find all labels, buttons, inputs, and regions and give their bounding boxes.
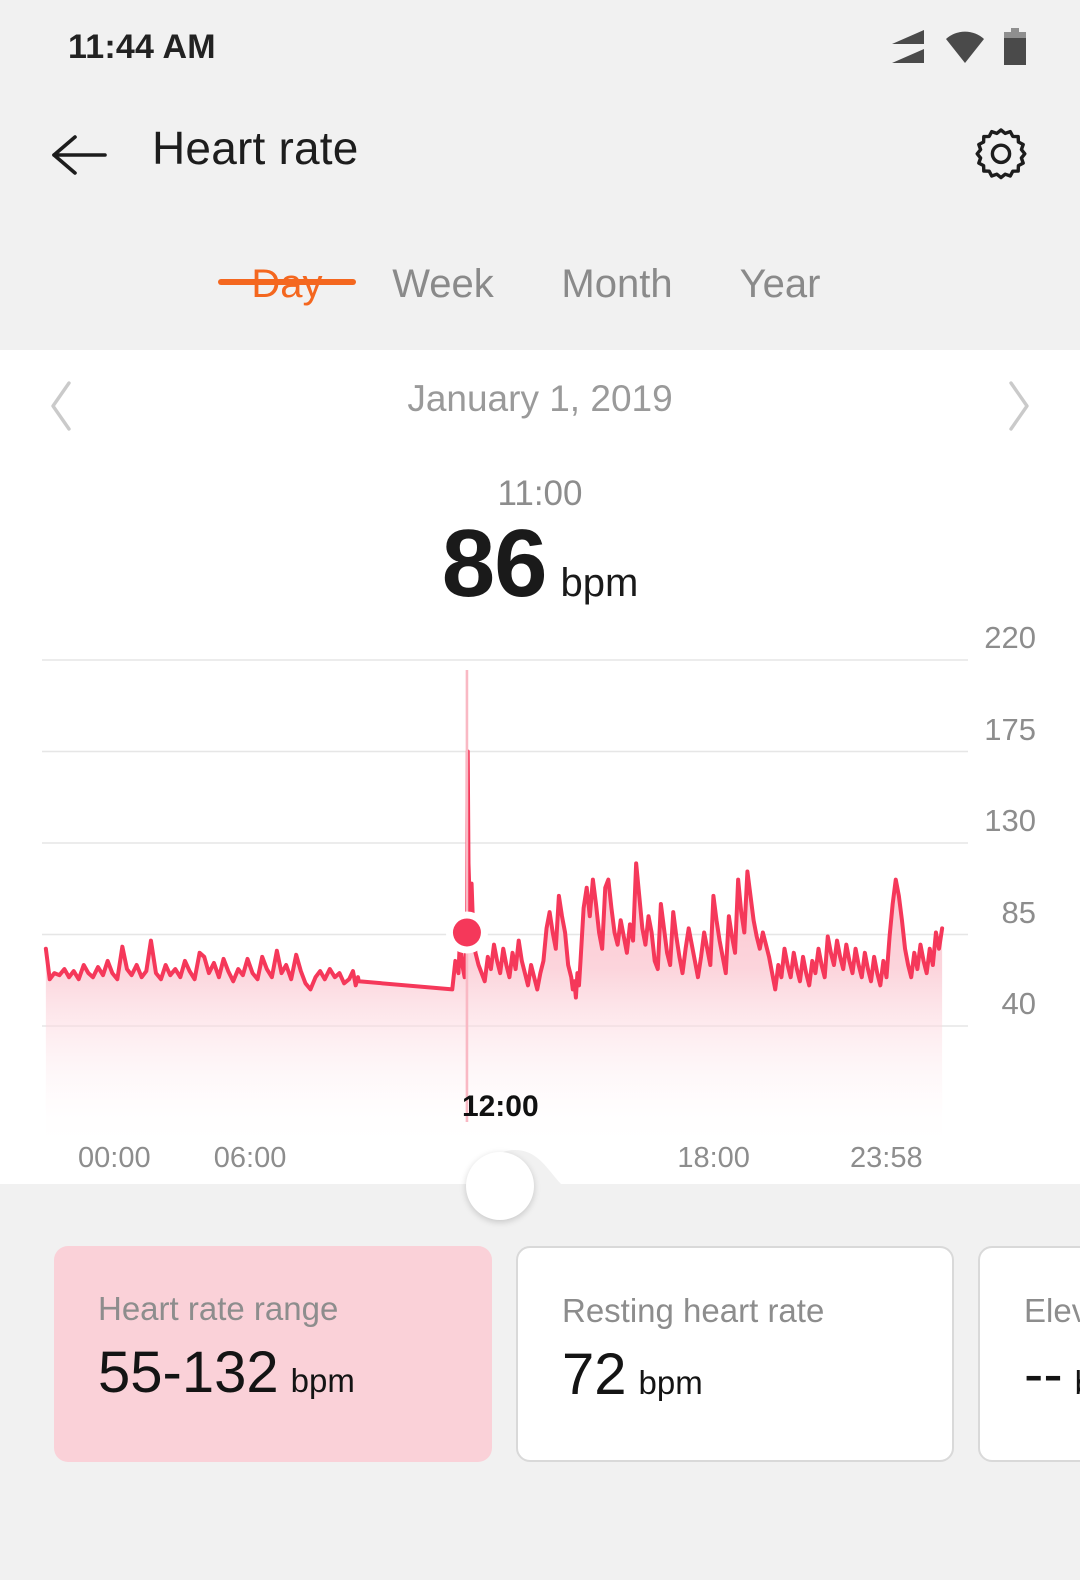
- x-axis-label: 23:58: [850, 1142, 923, 1174]
- card-value: --: [1024, 1342, 1063, 1407]
- card-unit: bpm: [1075, 1364, 1080, 1402]
- reading-value-row: 86 bpm: [0, 516, 1080, 612]
- app-header: Heart rate: [0, 96, 1080, 226]
- wifi-icon: [944, 30, 986, 69]
- next-day-button[interactable]: [982, 372, 1054, 444]
- heart-rate-screen: 11:44 AM Heart rate Week Month Year Janu…: [0, 0, 1080, 1580]
- tab-underline: [530, 279, 704, 285]
- period-tabs: Day Week Month Year: [0, 226, 1080, 350]
- back-arrow-icon: [51, 132, 107, 183]
- tab-active-underline: [218, 279, 356, 285]
- card-title: Resting heart rate: [562, 1292, 825, 1329]
- y-axis-label: 130: [984, 803, 1036, 838]
- y-axis-label: 175: [984, 711, 1036, 747]
- card-value-row: 55-132 bpm: [98, 1344, 492, 1402]
- gear-icon: [972, 124, 1030, 187]
- date-navigator: January 1, 2019: [0, 350, 1080, 466]
- card-heart-rate-range[interactable]: Heart rate range 55-132 bpm: [54, 1246, 492, 1462]
- reading-time: 11:00: [497, 474, 583, 513]
- card-value: 72: [562, 1342, 627, 1407]
- tab-underline: [704, 279, 856, 285]
- card-elevated-heart-rate[interactable]: Elevated heart rate -- bpm: [978, 1246, 1080, 1462]
- signal-icon: [888, 30, 928, 69]
- tab-month[interactable]: Month: [530, 226, 704, 307]
- card-value-row: 72 bpm: [562, 1346, 952, 1404]
- current-date-label: January 1, 2019: [407, 378, 673, 419]
- page-title: Heart rate: [152, 122, 359, 174]
- settings-button[interactable]: [968, 122, 1034, 188]
- card-value-row: -- bpm: [1024, 1346, 1080, 1404]
- reading-unit: bpm: [560, 561, 639, 605]
- x-axis-label: 18:00: [677, 1142, 750, 1174]
- x-axis-label: 06:00: [213, 1142, 287, 1174]
- card-unit: bpm: [290, 1362, 355, 1399]
- summary-cards: Heart rate range 55-132 bpm Resting hear…: [54, 1246, 1080, 1462]
- tab-week[interactable]: Week: [356, 226, 530, 307]
- card-title: Heart rate range: [98, 1290, 339, 1327]
- back-button[interactable]: [46, 124, 112, 190]
- chevron-right-icon: [1003, 379, 1033, 438]
- status-bar: 11:44 AM: [0, 0, 1080, 96]
- tab-day[interactable]: Day: [218, 226, 356, 307]
- y-axis-label: 220: [984, 620, 1036, 655]
- card-title: Elevated heart rate: [1024, 1292, 1080, 1329]
- status-bar-clock: 11:44 AM: [68, 28, 216, 66]
- tab-underline: [356, 279, 530, 285]
- heart-rate-chart[interactable]: 220 175 130 85 40 00:00 06:00 18:00 23:5…: [0, 620, 1080, 1184]
- chart-marker-dot: [445, 911, 488, 954]
- x-axis-label: 00:00: [78, 1142, 151, 1174]
- y-axis-label: 85: [1001, 894, 1036, 930]
- y-axis-label: 40: [1001, 986, 1036, 1021]
- card-unit: bpm: [638, 1364, 703, 1401]
- heart-rate-chart-svg[interactable]: [0, 638, 1080, 1184]
- status-bar-icons: [888, 28, 1028, 71]
- card-value: 55-132: [98, 1340, 279, 1405]
- chart-marker-time-label: 12:00: [461, 1090, 539, 1123]
- chart-scrubber-handle[interactable]: [466, 1152, 534, 1220]
- tab-year[interactable]: Year: [704, 226, 856, 307]
- reading-value: 86: [441, 510, 548, 617]
- battery-icon: [1002, 28, 1028, 71]
- card-resting-heart-rate[interactable]: Resting heart rate 72 bpm: [516, 1246, 954, 1462]
- current-reading: 11:00 86 bpm: [0, 466, 1080, 638]
